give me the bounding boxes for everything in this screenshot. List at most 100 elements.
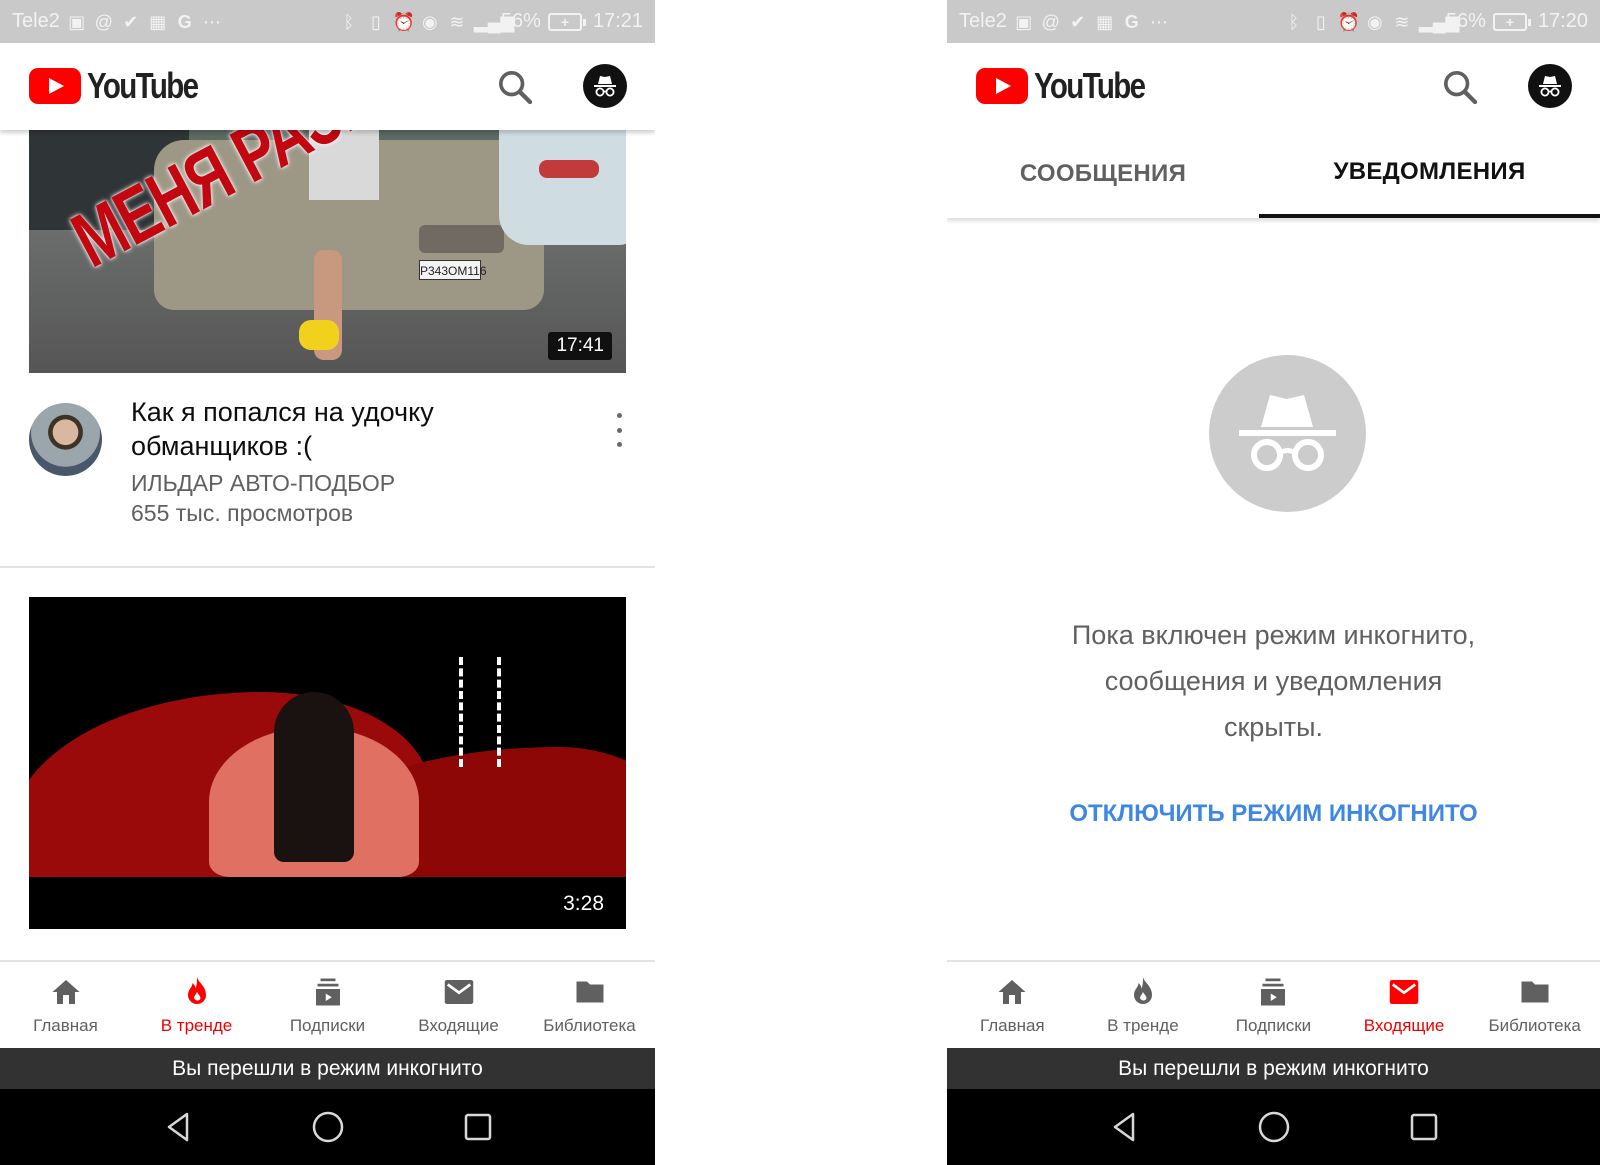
battery-percent: 56% (1445, 10, 1486, 32)
empty-state-line: Пока включен режим инкогнито, (1071, 620, 1476, 650)
maps-notification-icon: ▣ (1015, 11, 1033, 32)
nav-label: В тренде (160, 1016, 233, 1035)
more-notifications-icon: ⋯ (1149, 11, 1168, 32)
tab-messages[interactable]: СООБЩЕНИЯ (947, 130, 1259, 218)
nav-home[interactable]: Главная (947, 962, 1078, 1048)
thumbnail-letterbox (29, 877, 626, 929)
nav-trending[interactable]: В тренде (1078, 962, 1209, 1048)
more-notifications-icon: ⋯ (202, 11, 221, 32)
phone-screen-inbox: Tele2 ▣ @ ✔ ▦ G ⋯ ᛒ ▯ ⏰ ◉ ≋ ▂▄▆ 56% + 17… (947, 0, 1600, 1165)
nav-inbox[interactable]: Входящие (393, 962, 524, 1048)
status-bar: Tele2 ▣ @ ✔ ▦ G ⋯ ᛒ ▯ ⏰ ◉ ≋ ▂▄▆ 56% + 17… (947, 0, 1600, 43)
back-icon (1113, 1112, 1134, 1142)
bluetooth-icon: ᛒ (343, 11, 355, 32)
alarm-icon: ⏰ (392, 11, 416, 32)
logo-text: YouTube (1034, 65, 1146, 106)
back-button[interactable] (158, 1107, 198, 1147)
youtube-logo[interactable]: YouTube (976, 65, 1169, 107)
folder-icon (576, 981, 603, 1003)
home-icon (998, 980, 1026, 1004)
bottom-navigation: Главная В тренде Подписки Входящие Библи… (947, 960, 1600, 1048)
phone-screen-trending: Tele2 ▣ @ ✔ ▦ G ⋯ ᛒ ▯ ⏰ ◉ ≋ ▂▄▆ 56% + 17… (0, 0, 655, 1165)
search-button[interactable] (1440, 67, 1480, 107)
flame-icon (187, 977, 206, 1004)
alarm-icon: ⏰ (1337, 11, 1361, 32)
nav-library[interactable]: Библиотека (1469, 962, 1600, 1048)
folder-icon (1521, 981, 1549, 1003)
system-navigation-bar (947, 1089, 1600, 1165)
video-title[interactable]: Как я попался на удочку обманщиков :( (131, 395, 571, 463)
back-icon (167, 1112, 188, 1142)
home-system-button[interactable] (1254, 1107, 1294, 1147)
incognito-icon (594, 76, 616, 97)
search-button[interactable] (495, 67, 535, 107)
nav-subscriptions[interactable]: Подписки (1208, 962, 1339, 1048)
recents-button[interactable] (458, 1107, 498, 1147)
thumbnail-car-grill (419, 225, 504, 253)
video-info: Как я попался на удочку обманщиков :( ИЛ… (0, 373, 655, 566)
inbox-tabs: СООБЩЕНИЯ УВЕДОМЛЕНИЯ (947, 130, 1600, 218)
channel-avatar[interactable] (29, 403, 102, 476)
subscriptions-icon (1261, 978, 1286, 1006)
email-notification-icon: @ (94, 11, 113, 32)
incognito-snackbar: Вы перешли в режим инкогнито (947, 1048, 1600, 1089)
circle-home-icon (1258, 1111, 1289, 1143)
incognito-icon (1539, 76, 1561, 97)
nav-library[interactable]: Библиотека (524, 962, 655, 1048)
video-thumbnail[interactable]: 3:28 (29, 597, 626, 929)
youtube-logo[interactable]: YouTube (29, 65, 222, 107)
bottom-navigation: Главная В тренде Подписки Входящие Библи… (0, 960, 655, 1048)
carrier-label: Tele2 (959, 10, 1007, 32)
thumbnail-skeleton-hand (459, 657, 501, 767)
incognito-account-button[interactable] (583, 64, 627, 108)
maps-notification-icon: ▣ (68, 11, 86, 32)
check-notification-icon: ✔ (1070, 11, 1086, 32)
vibrate-icon: ▯ (370, 11, 381, 32)
nav-home[interactable]: Главная (0, 962, 131, 1048)
incognito-account-button[interactable] (1528, 64, 1572, 108)
back-button[interactable] (1104, 1107, 1144, 1147)
tab-notifications[interactable]: УВЕДОМЛЕНИЯ (1259, 130, 1600, 218)
nav-label: Библиотека (543, 1016, 636, 1035)
eye-comfort-icon: ◉ (422, 11, 438, 32)
incognito-icon (1239, 395, 1336, 471)
app-bar: YouTube (0, 43, 655, 130)
nav-inbox[interactable]: Входящие (1339, 962, 1470, 1048)
nav-trending[interactable]: В тренде (131, 962, 262, 1048)
video-duration: 3:28 (563, 892, 604, 915)
email-notification-icon: @ (1041, 11, 1060, 32)
channel-name[interactable]: ИЛЬДАР АВТО-ПОДБОР (131, 470, 395, 497)
app-bar: YouTube (947, 43, 1600, 130)
nav-subscriptions[interactable]: Подписки (262, 962, 393, 1048)
more-vert-dot (616, 427, 622, 433)
battery-charging-icon: + (1492, 12, 1531, 31)
nav-label: Подписки (289, 1016, 366, 1035)
more-vert-icon (616, 413, 622, 418)
divider (0, 566, 655, 568)
bluetooth-icon: ᛒ (1288, 11, 1300, 32)
video-thumbnail[interactable]: Р343ОМ116 МЕНЯ РАЗВЕЛ! 17:41 (29, 130, 626, 373)
search-icon (499, 71, 533, 105)
status-bar: Tele2 ▣ @ ✔ ▦ G ⋯ ᛒ ▯ ⏰ ◉ ≋ ▂▄▆ 56% + 17… (0, 0, 655, 43)
clock: 17:20 (1537, 10, 1588, 32)
vibrate-icon: ▯ (1315, 11, 1326, 32)
thumbnail-person-shoe (299, 320, 339, 350)
disable-incognito-button[interactable]: ОТКЛЮЧИТЬ РЕЖИМ ИНКОГНИТО (947, 800, 1600, 828)
square-recents-icon (1410, 1113, 1437, 1141)
nav-label: В тренде (1107, 1016, 1179, 1035)
incognito-snackbar: Вы перешли в режим инкогнито (0, 1048, 655, 1089)
recents-button[interactable] (1404, 1107, 1444, 1147)
home-icon (52, 980, 79, 1004)
flame-icon (1133, 977, 1152, 1004)
home-system-button[interactable] (308, 1107, 348, 1147)
youtube-play-icon (29, 68, 81, 104)
nav-label: Главная (979, 1016, 1045, 1035)
wifi-icon: ≋ (449, 11, 465, 32)
check-notification-icon: ✔ (123, 11, 139, 32)
video-duration: 17:41 (548, 332, 612, 360)
thumbnail-taillight (539, 160, 599, 178)
square-recents-icon (464, 1113, 491, 1141)
more-vert-dot (616, 442, 622, 447)
more-options-button[interactable] (612, 413, 626, 447)
thumbnail-car-white (499, 130, 626, 245)
